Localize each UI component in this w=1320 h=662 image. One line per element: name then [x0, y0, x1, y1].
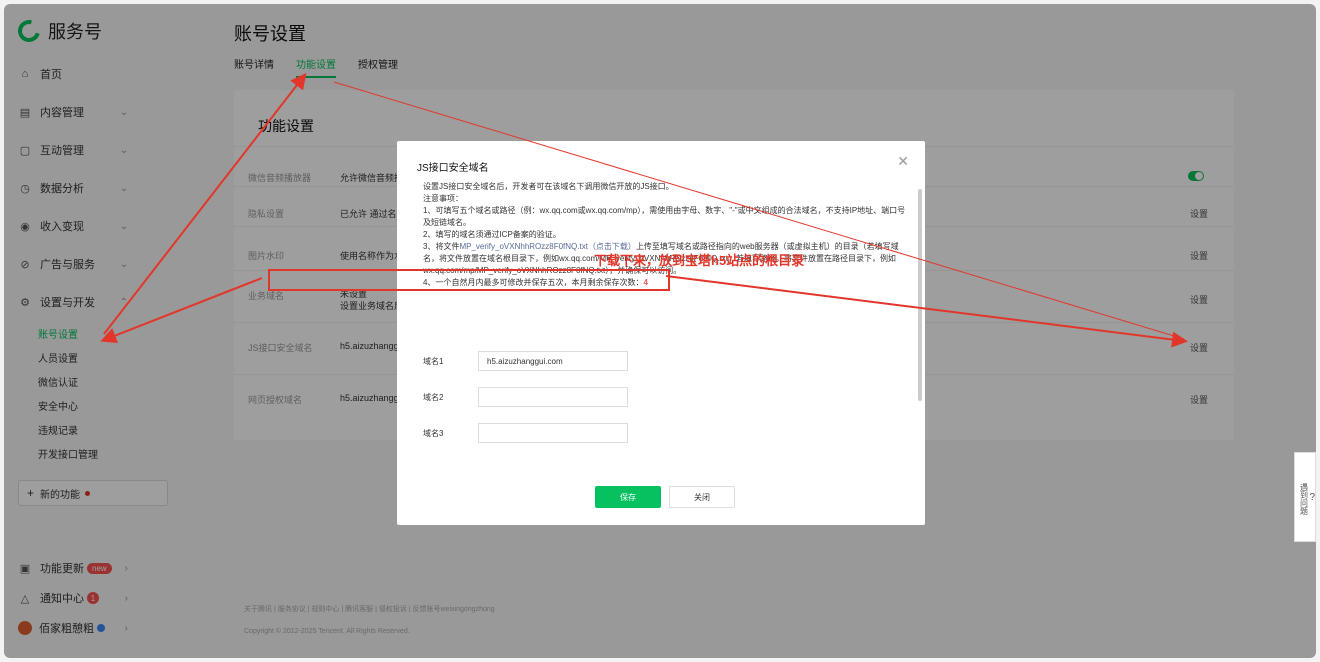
js-domain-dialog: JS接口安全域名 ✕ 设置JS接口安全域名后，开发者可在该域名下调用微信开放的J… [397, 141, 925, 525]
note-3-prefix: 3、将文件 [423, 242, 460, 251]
notes-title: 注意事项： [423, 194, 463, 203]
domain-input-1[interactable]: h5.aizuzhanggui.com [478, 351, 628, 371]
domain-input-3[interactable] [478, 423, 628, 443]
dialog-title: JS接口安全域名 [417, 163, 489, 174]
annotation-highlight-box [268, 269, 670, 291]
intro-text: 设置JS接口安全域名后，开发者可在该域名下调用微信开放的JS接口。 [423, 182, 674, 191]
field-label: 域名2 [423, 392, 444, 402]
help-tab[interactable]: ? 遇到问题 [1294, 452, 1316, 542]
domain-field-row: 域名1 h5.aizuzhanggui.com [423, 351, 628, 371]
domain-input-2[interactable] [478, 387, 628, 407]
annotation-text: 下载下来，放到宝塔h5站点的根目录 [594, 253, 805, 268]
close-icon[interactable]: ✕ [897, 153, 909, 170]
field-label: 域名3 [423, 428, 444, 438]
help-label: 遇到问题 [1299, 483, 1309, 515]
save-button[interactable]: 保存 [595, 486, 661, 508]
domain-field-row: 域名2 [423, 387, 628, 407]
dialog-scrollbar[interactable] [918, 189, 922, 401]
note-2: 2、填写的域名须通过ICP备案的验证。 [423, 230, 561, 239]
domain-field-row: 域名3 [423, 423, 628, 443]
app-window: 服务号 ⌂ 首页 ▤ 内容管理 ⌄ ▢ 互动管理 ⌄ ◷ 数据分析 ⌄ ◉ 收入… [4, 4, 1316, 658]
help-icon: ? [1309, 491, 1315, 503]
note-1: 1、可填写五个域名或路径（例：wx.qq.com或wx.qq.com/mp），需… [423, 206, 906, 227]
cancel-button[interactable]: 关闭 [669, 486, 735, 508]
field-label: 域名1 [423, 356, 444, 366]
